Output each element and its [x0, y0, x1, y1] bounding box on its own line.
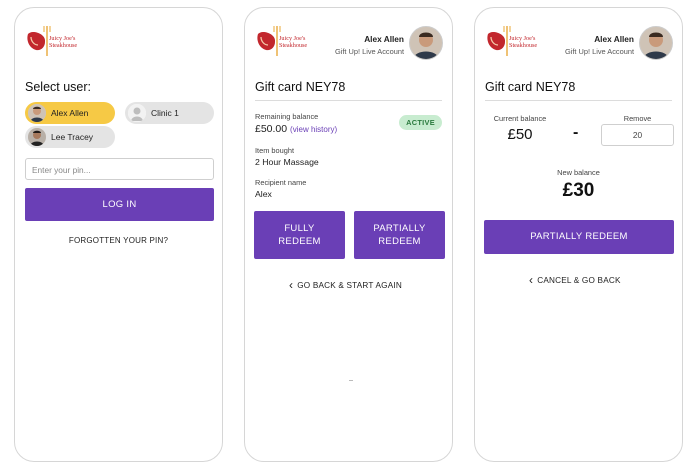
chevron-left-icon: ‹ [289, 278, 294, 292]
logo-text-line1: Juicy Joe's [509, 35, 536, 42]
user-pill-label: Clinic 1 [151, 108, 179, 118]
partially-redeem-button[interactable]: PARTIALLY REDEEM [484, 220, 674, 254]
user-pill-label: Lee Tracey [51, 132, 94, 142]
brand-logo: Juicy Joe's Steakhouse [25, 24, 91, 64]
fully-redeem-label-1: FULLY [284, 223, 315, 234]
new-balance-value: £30 [562, 180, 595, 201]
current-user-name: Alex Allen [364, 34, 404, 44]
default-avatar-icon [128, 104, 146, 122]
login-screen: Juicy Joe's Steakhouse Select user: Alex… [14, 7, 223, 462]
cancel-label: CANCEL & GO BACK [537, 276, 621, 285]
user-pill-lee-tracey[interactable]: Lee Tracey [25, 126, 115, 148]
brand-logo: Juicy Joe's Steakhouse [485, 24, 551, 64]
user-pill-clinic-1[interactable]: Clinic 1 [125, 102, 214, 124]
current-user-info: Alex Allen Gift Up! Live Account [335, 34, 404, 56]
user-photo-icon [28, 128, 46, 146]
forgotten-pin-link[interactable]: FORGOTTEN YOUR PIN? [15, 236, 222, 245]
logo-text-line2: Steakhouse [509, 42, 538, 49]
gift-card-title: Gift card NEY78 [485, 80, 576, 94]
select-user-title: Select user: [25, 80, 92, 94]
log-in-button[interactable]: LOG IN [25, 188, 214, 221]
go-back-label: GO BACK & START AGAIN [297, 281, 402, 290]
account-name: Gift Up! Live Account [564, 47, 634, 56]
current-user-info: Alex Allen Gift Up! Live Account [565, 34, 634, 56]
fully-redeem-label-2: REDEEM [278, 236, 321, 247]
divider [255, 100, 442, 101]
gift-card-title: Gift card NEY78 [255, 80, 346, 94]
logo-text-line2: Steakhouse [49, 42, 78, 49]
current-balance-block: Current balance £50 [485, 114, 555, 143]
current-balance-label: Current balance [493, 114, 547, 123]
steak-logo-icon [257, 26, 281, 56]
pin-input[interactable]: Enter your pin... [25, 158, 214, 180]
new-balance-block: New balance £30 [475, 168, 682, 202]
logo-text-line1: Juicy Joe's [279, 35, 306, 42]
recipient-name-label: Recipient name [255, 178, 307, 187]
steak-logo-icon [27, 26, 51, 56]
status-badge: ACTIVE [399, 115, 442, 130]
user-avatar[interactable] [639, 26, 673, 60]
user-pill-alex-allen[interactable]: Alex Allen [25, 102, 115, 124]
user-pill-label: Alex Allen [51, 108, 89, 118]
remove-amount-input[interactable]: 20 [601, 124, 674, 146]
gift-card-screen: Juicy Joe's Steakhouse Alex Allen Gift U… [244, 7, 453, 462]
remove-label: Remove [623, 114, 652, 123]
logo-text-line2: Steakhouse [279, 42, 308, 49]
partially-redeem-label-2: REDEEM [378, 236, 421, 247]
partially-redeem-button[interactable]: PARTIALLY REDEEM [354, 211, 445, 259]
view-history-link[interactable]: (view history) [290, 125, 337, 134]
item-bought-label: Item bought [255, 146, 295, 155]
logo-text-line1: Juicy Joe's [49, 35, 76, 42]
account-name: Gift Up! Live Account [334, 47, 404, 56]
user-photo-icon [410, 27, 442, 59]
fully-redeem-button[interactable]: FULLY REDEEM [254, 211, 345, 259]
chevron-left-icon: ‹ [529, 273, 534, 287]
recipient-name-value: Alex [255, 189, 272, 199]
cancel-go-back-link[interactable]: ‹ CANCEL & GO BACK [529, 272, 621, 287]
brand-logo: Juicy Joe's Steakhouse [255, 24, 321, 64]
current-user-name: Alex Allen [594, 34, 634, 44]
go-back-start-again-link[interactable]: ‹ GO BACK & START AGAIN [289, 277, 402, 292]
new-balance-label: New balance [557, 168, 600, 177]
partial-redeem-screen: Juicy Joe's Steakhouse Alex Allen Gift U… [474, 7, 683, 462]
minus-operator: - [573, 124, 579, 141]
current-balance-value: £50 [507, 126, 533, 143]
partially-redeem-label-1: PARTIALLY [373, 223, 426, 234]
loading-indicator [349, 380, 353, 381]
remaining-balance-value: £50.00 [255, 123, 288, 135]
remaining-balance-label: Remaining balance [255, 112, 319, 121]
user-photo-icon [640, 27, 672, 59]
steak-logo-icon [487, 26, 511, 56]
user-photo-icon [28, 104, 46, 122]
user-avatar[interactable] [409, 26, 443, 60]
divider [485, 100, 672, 101]
item-bought-value: 2 Hour Massage [255, 157, 319, 167]
